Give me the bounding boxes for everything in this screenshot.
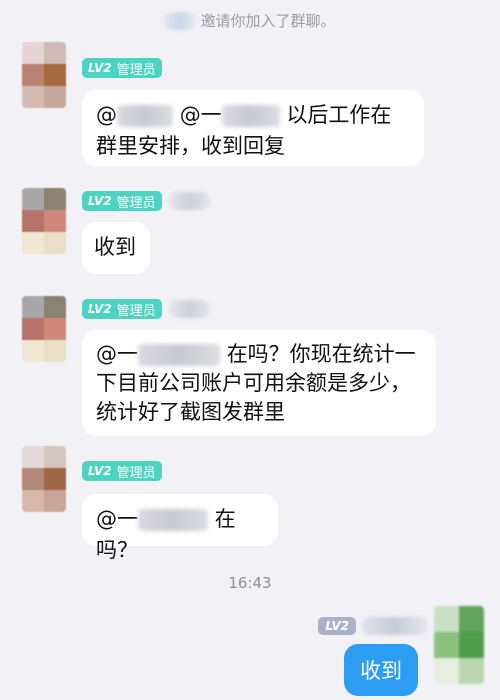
mention[interactable]: @一 [96, 507, 138, 531]
inviter-name-redacted [164, 11, 197, 30]
self-message-text: 收到 [360, 659, 402, 683]
role-label: 管理员 [116, 465, 156, 481]
admin-badge: LV2 管理员 [82, 461, 162, 481]
sender-meta: LV2 管理员 [82, 298, 210, 320]
level-label: LV2 [88, 302, 112, 316]
admin-badge: LV2 管理员 [82, 58, 162, 78]
sender-name-redacted [167, 192, 210, 210]
message-bubble[interactable]: @ @一 以后工作在群里安排，收到回复 [82, 90, 424, 166]
level-label: LV2 [88, 61, 112, 75]
self-meta: LV2 [318, 614, 428, 638]
system-notice-text: 邀请你加入了群聊。 [200, 12, 336, 30]
self-name-redacted [362, 617, 428, 635]
role-label: 管理员 [116, 303, 156, 319]
sender-meta: LV2 管理员 [82, 57, 162, 79]
admin-badge: LV2 管理员 [82, 191, 162, 211]
sender-avatar[interactable] [22, 42, 66, 108]
level-label: LV2 [88, 194, 112, 208]
sender-meta: LV2 管理员 [82, 190, 210, 212]
role-label: 管理员 [116, 195, 156, 211]
redacted-name [221, 105, 280, 127]
mention[interactable]: @一 [96, 342, 138, 366]
self-level-badge: LV2 [318, 617, 356, 635]
redacted-name [138, 509, 208, 531]
role-label: 管理员 [116, 62, 156, 78]
self-message-bubble[interactable]: 收到 [344, 644, 418, 696]
mention[interactable]: @一 [180, 103, 222, 127]
sender-avatar[interactable] [22, 296, 66, 362]
message-bubble[interactable]: @一 在吗？你现在统计一下目前公司账户可用余额是多少，统计好了截图发群里 [82, 330, 436, 436]
redacted-name [117, 105, 173, 127]
system-notice: 邀请你加入了群聊。 [0, 10, 500, 31]
sender-name-redacted [167, 300, 210, 318]
sender-avatar[interactable] [22, 188, 66, 254]
message-text: 收到 [94, 235, 136, 259]
sender-meta: LV2 管理员 [82, 460, 162, 482]
mention[interactable]: @ [96, 103, 117, 127]
message-bubble[interactable]: @一 在吗？ [82, 494, 278, 562]
admin-badge: LV2 管理员 [82, 299, 162, 319]
message-timestamp: 16:43 [228, 574, 272, 592]
self-avatar[interactable] [434, 606, 484, 684]
sender-avatar[interactable] [22, 446, 66, 512]
redacted-name [138, 344, 220, 366]
level-label: LV2 [88, 464, 112, 478]
message-bubble[interactable]: 收到 [82, 222, 150, 274]
